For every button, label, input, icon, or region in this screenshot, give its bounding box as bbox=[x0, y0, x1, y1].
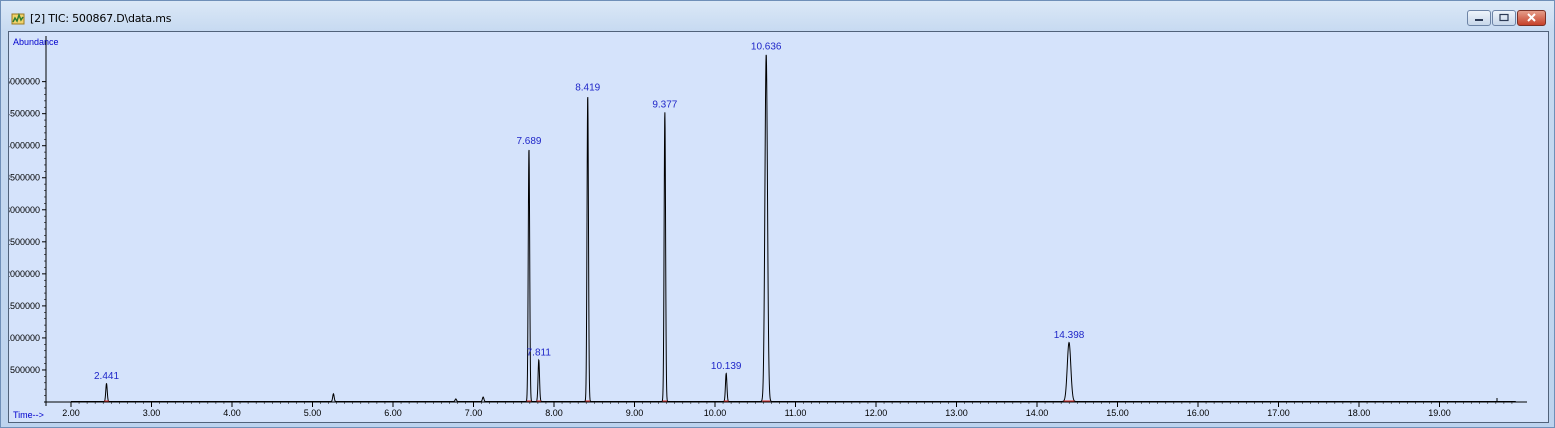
peak-label: 9.377 bbox=[652, 99, 677, 110]
x-tick-label: 16.00 bbox=[1187, 408, 1210, 418]
x-tick-label: 6.00 bbox=[384, 408, 402, 418]
tic-chromatogram-chart: 500000 1000000 1500000 2000000 2500000 300000… bbox=[5, 36, 1527, 420]
peak-label: 8.419 bbox=[575, 83, 600, 94]
x-tick-label: 8.00 bbox=[545, 408, 563, 418]
y-tick-label: 500000 bbox=[10, 365, 40, 375]
y-tick-label: 4000000 bbox=[9, 141, 40, 151]
x-tick-label: 9.00 bbox=[626, 408, 644, 418]
x-tick-label: 12.00 bbox=[865, 408, 888, 418]
x-tick-label: 2.00 bbox=[62, 408, 80, 418]
chromatogram-window: [2] TIC: 500867.D\data.ms 500000 1000000 1… bbox=[0, 0, 1555, 428]
window-title: [2] TIC: 500867.D\data.ms bbox=[30, 12, 172, 25]
x-tick-label: 17.00 bbox=[1267, 408, 1290, 418]
minimize-button[interactable] bbox=[1467, 10, 1491, 26]
chromatogram-plot-area[interactable]: 500000 1000000 1500000 2000000 2500000 300000… bbox=[5, 31, 1549, 423]
peak-label: 14.398 bbox=[1054, 330, 1085, 341]
x-tick-label: 10.00 bbox=[704, 408, 727, 418]
x-tick-label: 7.00 bbox=[465, 408, 483, 418]
x-tick-label: 11.00 bbox=[785, 408, 807, 418]
y-tick-label: 3500000 bbox=[9, 173, 40, 183]
peak-label: 10.636 bbox=[751, 42, 782, 53]
y-tick-label: 5000000 bbox=[9, 77, 40, 87]
close-icon bbox=[1527, 13, 1536, 22]
close-button[interactable] bbox=[1517, 10, 1546, 26]
y-tick-label: 1000000 bbox=[9, 333, 40, 343]
x-tick-label: 13.00 bbox=[945, 408, 968, 418]
x-tick-label: 18.00 bbox=[1348, 408, 1371, 418]
x-tick-label: 19.00 bbox=[1428, 408, 1451, 418]
minimize-icon bbox=[1475, 19, 1483, 21]
x-tick-label: 5.00 bbox=[304, 408, 322, 418]
x-tick-label: 14.00 bbox=[1026, 408, 1049, 418]
y-axis-label: Abundance bbox=[13, 37, 59, 47]
x-tick-label: 3.00 bbox=[143, 408, 161, 418]
peak-label: 7.689 bbox=[516, 136, 541, 147]
x-tick-label: 4.00 bbox=[223, 408, 241, 418]
maximize-button[interactable] bbox=[1492, 10, 1516, 26]
chromatogram-trace bbox=[71, 54, 1516, 402]
y-tick-label: 1500000 bbox=[9, 301, 40, 311]
peak-label: 10.139 bbox=[711, 361, 742, 372]
x-axis-label: Time--> bbox=[13, 410, 44, 420]
chromatogram-app-icon bbox=[11, 12, 25, 25]
peak-label: 7.811 bbox=[527, 347, 552, 358]
window-controls bbox=[1467, 10, 1546, 28]
maximize-icon bbox=[1499, 13, 1509, 22]
y-tick-label: 3000000 bbox=[9, 205, 40, 215]
y-tick-label: 2500000 bbox=[9, 237, 40, 247]
peak-label: 2.441 bbox=[94, 371, 119, 382]
title-bar[interactable]: [2] TIC: 500867.D\data.ms bbox=[1, 1, 1554, 31]
x-tick-label: 15.00 bbox=[1106, 408, 1129, 418]
y-tick-label: 2000000 bbox=[9, 269, 40, 279]
y-tick-label: 4500000 bbox=[9, 109, 40, 119]
